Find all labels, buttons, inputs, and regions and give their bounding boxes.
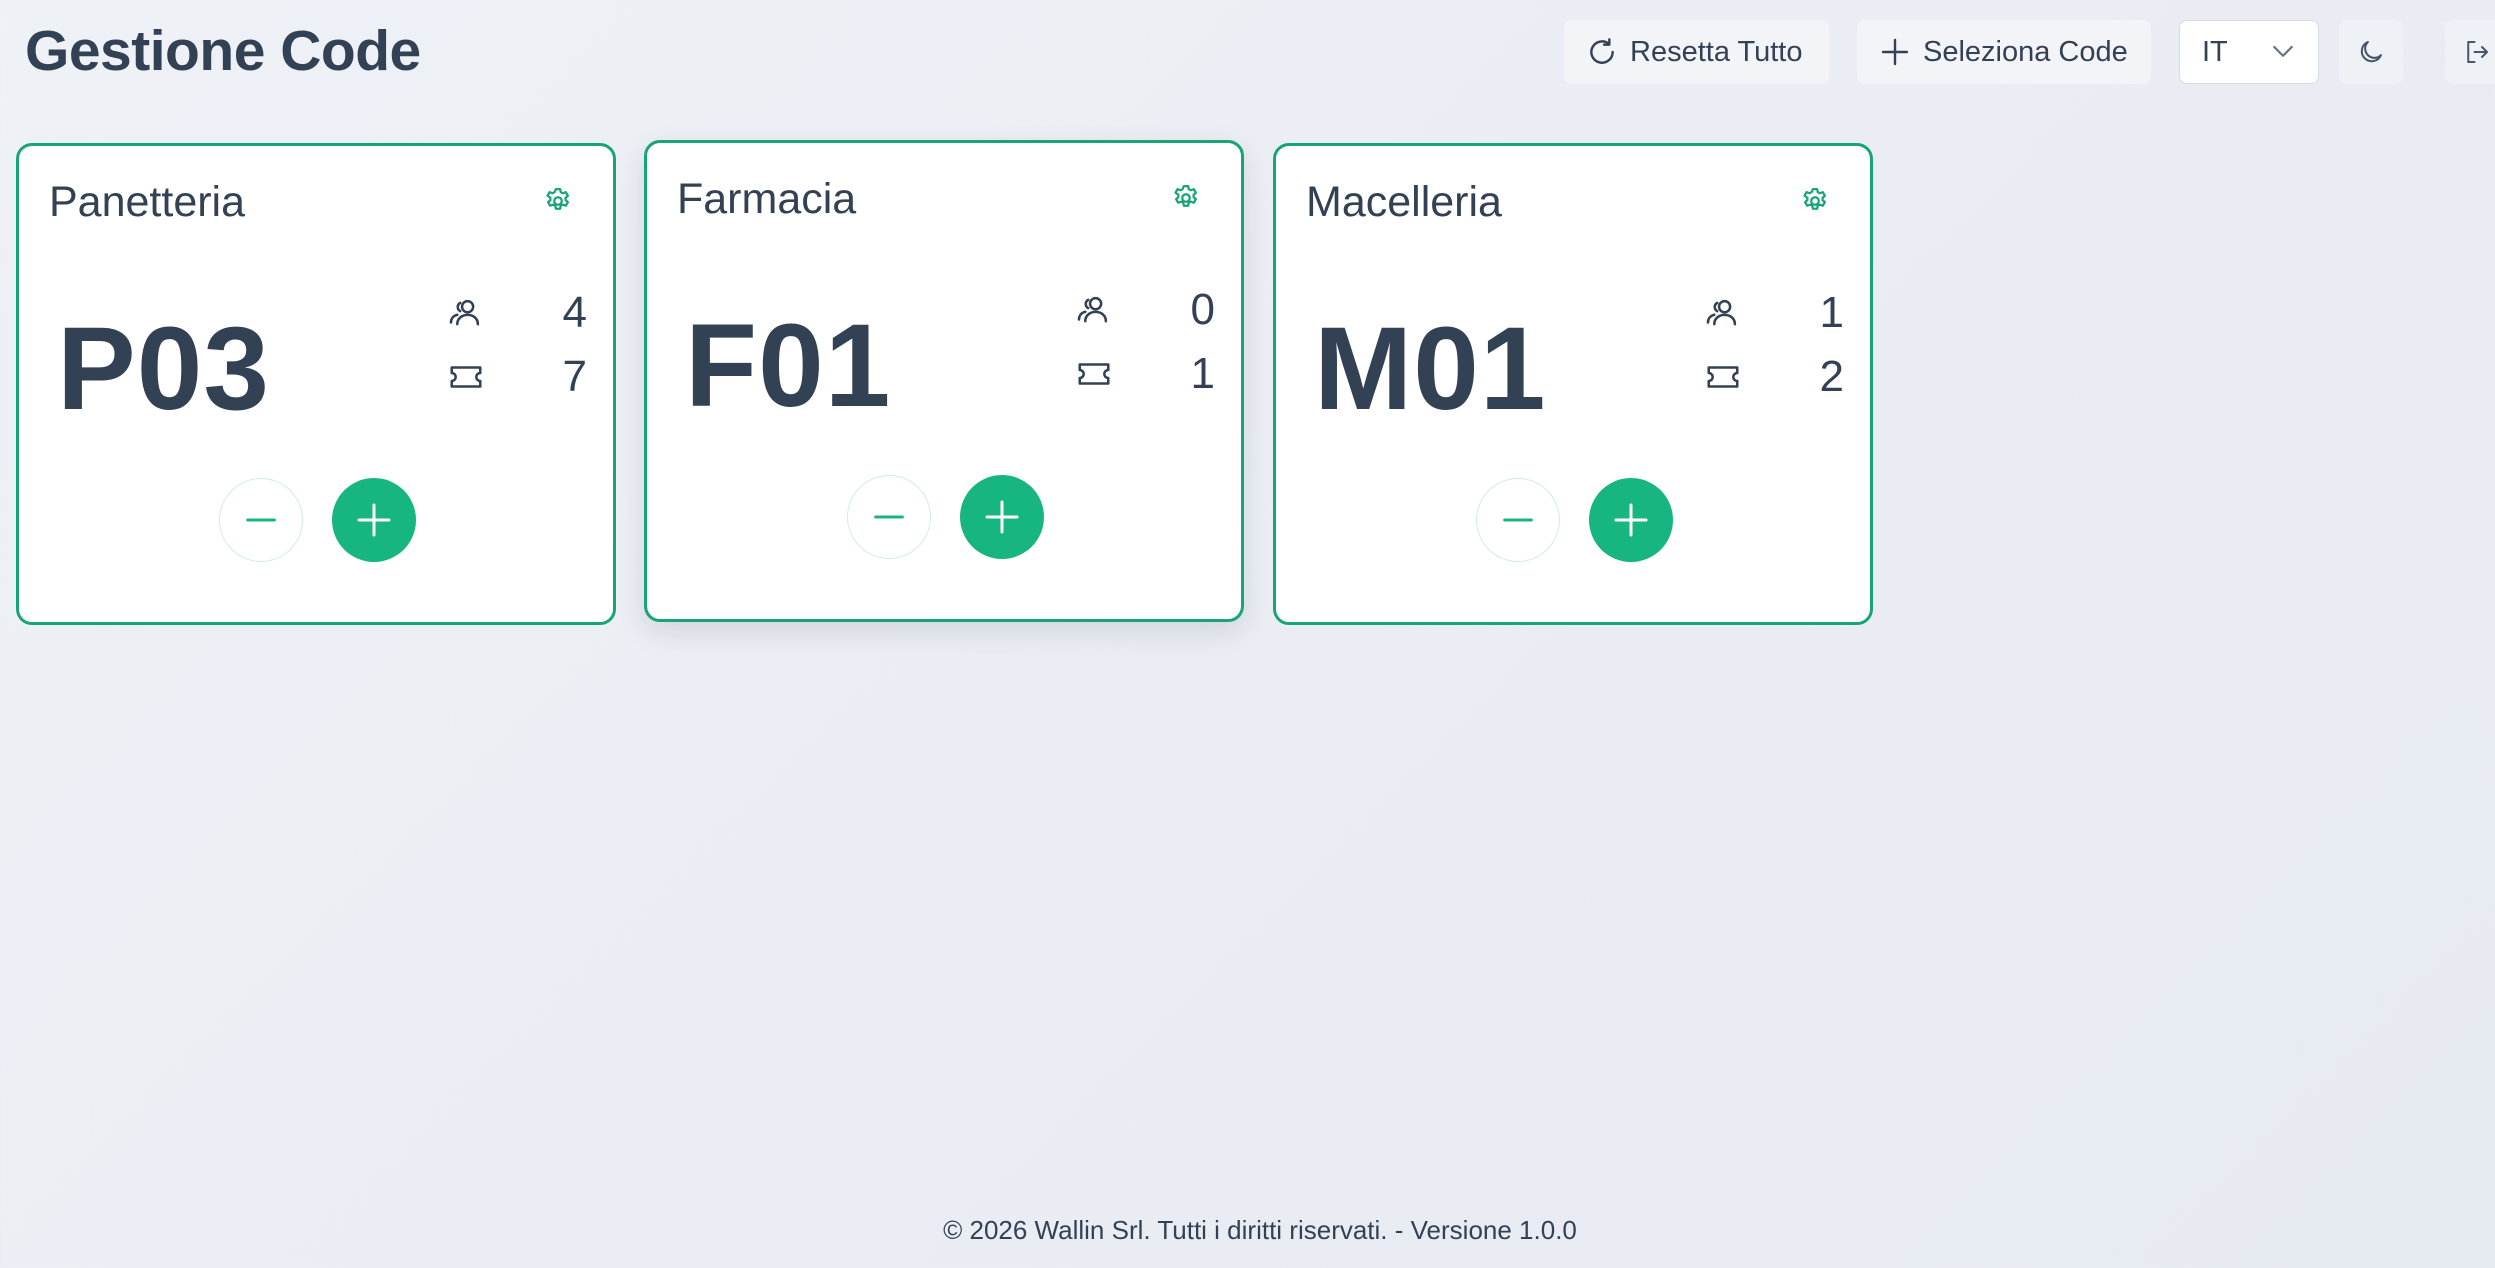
decrement-button[interactable]	[1476, 478, 1560, 562]
tickets-issued-stat: 2	[1704, 352, 1844, 402]
current-ticket-number: M01	[1314, 303, 1547, 435]
minus-icon	[869, 497, 909, 537]
users-icon	[447, 294, 485, 332]
logout-icon	[2467, 41, 2488, 63]
language-select[interactable]: IT	[2179, 20, 2319, 84]
people-waiting-stat: 4	[447, 288, 587, 338]
decrement-button[interactable]	[219, 478, 303, 562]
people-waiting-count: 1	[1819, 288, 1844, 337]
language-value: IT	[2202, 35, 2228, 68]
people-waiting-count: 0	[1190, 285, 1215, 334]
current-ticket-number: F01	[685, 300, 892, 432]
toolbar: Resetta Tutto Seleziona Code IT	[0, 20, 2495, 84]
tickets-issued-count: 7	[562, 352, 587, 401]
select-queues-label: Seleziona Code	[1923, 35, 2128, 68]
increment-button[interactable]	[332, 478, 416, 562]
gear-icon[interactable]	[543, 186, 573, 216]
refresh-icon	[1590, 38, 1614, 64]
plus-icon	[1611, 500, 1651, 540]
footer-text: © 2026 Wallin Srl. Tutti i diritti riser…	[943, 1215, 1577, 1245]
decrement-button[interactable]	[847, 475, 931, 559]
increment-button[interactable]	[960, 475, 1044, 559]
users-icon	[1075, 291, 1113, 329]
minus-icon	[1498, 500, 1538, 540]
ticket-icon	[1075, 355, 1113, 393]
gear-icon[interactable]	[1800, 186, 1830, 216]
tickets-issued-count: 2	[1819, 352, 1844, 401]
moon-icon	[2360, 41, 2382, 63]
queue-name: Macelleria	[1306, 178, 1502, 226]
theme-toggle-button[interactable]	[2339, 20, 2403, 84]
tickets-issued-stat: 1	[1075, 349, 1215, 399]
reset-all-label: Resetta Tutto	[1630, 35, 1803, 68]
tickets-issued-stat: 7	[447, 352, 587, 402]
gear-icon[interactable]	[1171, 183, 1201, 213]
header: Gestione Code Resetta Tutto Seleziona Co…	[0, 0, 2495, 100]
people-waiting-count: 4	[562, 288, 587, 337]
people-waiting-stat: 1	[1704, 288, 1844, 338]
minus-icon	[241, 500, 281, 540]
logout-button[interactable]	[2445, 20, 2495, 84]
plus-icon	[354, 500, 394, 540]
reset-all-button[interactable]: Resetta Tutto	[1564, 20, 1829, 84]
select-queues-button[interactable]: Seleziona Code	[1857, 20, 2151, 84]
queue-name: Panetteria	[49, 178, 246, 226]
ticket-icon	[1704, 358, 1742, 396]
plus-icon	[982, 497, 1022, 537]
increment-button[interactable]	[1589, 478, 1673, 562]
queue-card: Macelleria M01 1 2	[1273, 143, 1873, 625]
users-icon	[1704, 294, 1742, 332]
ticket-icon	[447, 358, 485, 396]
queue-card: Panetteria P03 4 7	[16, 143, 616, 625]
tickets-issued-count: 1	[1190, 349, 1215, 398]
current-ticket-number: P03	[57, 303, 270, 435]
people-waiting-stat: 0	[1075, 285, 1215, 335]
chevron-down-icon	[2273, 45, 2293, 57]
queue-name: Farmacia	[677, 175, 857, 223]
queue-card: Farmacia F01 0 1	[644, 140, 1244, 622]
plus-icon	[1881, 38, 1909, 66]
